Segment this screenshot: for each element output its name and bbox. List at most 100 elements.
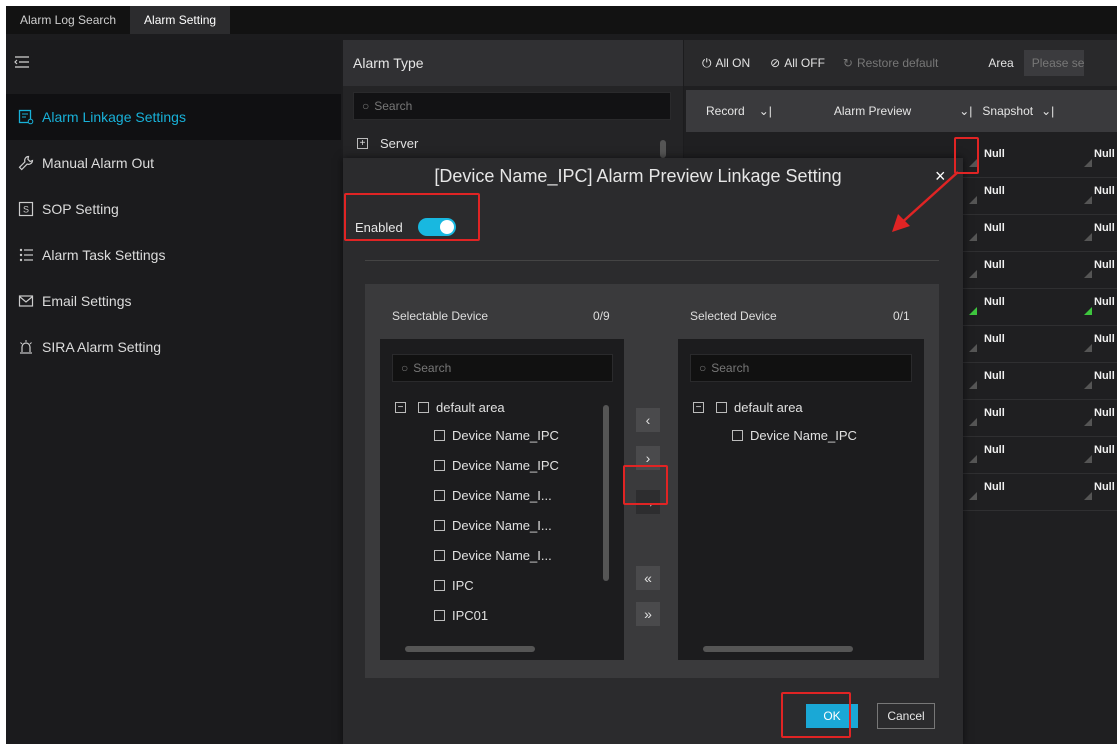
alarm-preview-setting-icon[interactable] [969, 233, 977, 241]
checkbox[interactable] [418, 402, 429, 413]
selectable-device-item[interactable]: Device Name_I... [434, 548, 552, 563]
table-row-divider [954, 288, 1117, 289]
snapshot-cell[interactable]: Null [1094, 407, 1115, 419]
search-icon: ○ [699, 361, 707, 375]
alarm-type-search-input[interactable]: ○ Search [353, 92, 671, 120]
cancel-button[interactable]: Cancel [877, 703, 935, 729]
alarm-preview-cell[interactable]: Null [984, 407, 1005, 419]
record-dropdown-icon[interactable]: ⌄| [759, 104, 772, 118]
alarm-preview-cell[interactable]: Null [984, 259, 1005, 271]
expand-icon[interactable]: + [357, 138, 368, 149]
checkbox[interactable] [434, 490, 445, 501]
checkbox[interactable] [716, 402, 727, 413]
alarm-preview-cell[interactable]: Null [984, 444, 1005, 456]
all-off-button[interactable]: All OFF [784, 56, 825, 70]
alarm-preview-cell[interactable]: Null [984, 222, 1005, 234]
checkbox[interactable] [434, 430, 445, 441]
all-on-button[interactable]: All ON [716, 56, 751, 70]
snapshot-cell[interactable]: Null [1094, 296, 1115, 308]
alarm-preview-setting-icon[interactable] [969, 455, 977, 463]
area-select[interactable]: Please se [1023, 50, 1084, 76]
mail-icon [18, 293, 34, 309]
preview-dropdown-icon[interactable]: ⌄| [959, 104, 972, 118]
selectable-list-hscrollbar[interactable] [405, 646, 535, 652]
sidebar-item-sop-setting[interactable]: S SOP Setting [6, 186, 341, 232]
selectable-device-item[interactable]: Device Name_IPC [434, 428, 559, 443]
alarm-preview-cell[interactable]: Null [984, 185, 1005, 197]
selectable-device-item[interactable]: IPC [434, 578, 474, 593]
snapshot-setting-icon[interactable] [1084, 270, 1092, 278]
alarm-preview-cell[interactable]: Null [984, 333, 1005, 345]
checkbox[interactable] [732, 430, 743, 441]
alarm-preview-cell[interactable]: Null [984, 148, 1005, 160]
snapshot-cell[interactable]: Null [1094, 259, 1115, 271]
add-all-button[interactable]: » [636, 602, 660, 626]
table-row-divider [954, 473, 1117, 474]
collapse-menu-icon[interactable] [14, 54, 30, 70]
snapshot-dropdown-icon[interactable]: ⌄| [1041, 104, 1054, 118]
move-left-button[interactable]: ‹ [636, 408, 660, 432]
snapshot-setting-icon[interactable] [1084, 418, 1092, 426]
selectable-device-item[interactable]: Device Name_IPC [434, 458, 559, 473]
default-area-node[interactable]: − default area [693, 400, 803, 415]
snapshot-setting-icon[interactable] [1084, 344, 1092, 352]
sidebar-item-sira-alarm[interactable]: SIRA Alarm Setting [6, 324, 341, 370]
alarm-preview-setting-icon[interactable] [969, 196, 977, 204]
table-row-divider [954, 251, 1117, 252]
tab-alarm-setting[interactable]: Alarm Setting [130, 6, 231, 34]
snapshot-setting-icon[interactable] [1084, 492, 1092, 500]
checkbox[interactable] [434, 580, 445, 591]
selected-list-hscrollbar[interactable] [703, 646, 853, 652]
snapshot-cell[interactable]: Null [1094, 222, 1115, 234]
selectable-device-item[interactable]: Device Name_I... [434, 518, 552, 533]
snapshot-setting-icon[interactable] [1084, 233, 1092, 241]
alarm-preview-setting-icon[interactable] [969, 381, 977, 389]
checkbox[interactable] [434, 550, 445, 561]
selected-device-item[interactable]: Device Name_IPC [732, 428, 857, 443]
snapshot-setting-icon[interactable] [1084, 159, 1092, 167]
snapshot-setting-icon[interactable] [1084, 455, 1092, 463]
alarm-preview-setting-icon[interactable] [969, 492, 977, 500]
selectable-device-item[interactable]: IPC01 [434, 608, 488, 623]
snapshot-setting-icon[interactable] [1084, 196, 1092, 204]
snapshot-setting-icon[interactable] [1084, 381, 1092, 389]
checkbox[interactable] [434, 520, 445, 531]
sidebar-item-email-settings[interactable]: Email Settings [6, 278, 341, 324]
remove-all-button[interactable]: « [636, 566, 660, 590]
snapshot-setting-icon[interactable] [1084, 307, 1092, 315]
selected-search-input[interactable]: ○ Search [690, 354, 912, 382]
alarm-preview-setting-icon[interactable] [969, 307, 977, 315]
alarm-type-scrollbar[interactable] [660, 140, 666, 158]
default-area-node[interactable]: − default area [395, 400, 505, 415]
selectable-list-vscrollbar[interactable] [603, 405, 609, 581]
alarm-preview-column-header: Alarm Preview [833, 104, 912, 118]
checkbox[interactable] [434, 460, 445, 471]
selectable-search-input[interactable]: ○ Search [392, 354, 613, 382]
snapshot-cell[interactable]: Null [1094, 481, 1115, 493]
alarm-preview-cell[interactable]: Null [984, 370, 1005, 382]
search-placeholder: Search [374, 99, 413, 113]
sidebar-item-alarm-linkage[interactable]: Alarm Linkage Settings [6, 94, 341, 140]
collapse-icon[interactable]: − [395, 402, 406, 413]
selectable-device-item[interactable]: Device Name_I... [434, 488, 552, 503]
alarm-preview-setting-icon[interactable] [969, 344, 977, 352]
sop-icon: S [18, 201, 34, 217]
snapshot-cell[interactable]: Null [1094, 148, 1115, 160]
tab-alarm-log-search[interactable]: Alarm Log Search [6, 6, 130, 34]
server-tree-node[interactable]: + Server [357, 136, 418, 151]
snapshot-cell[interactable]: Null [1094, 370, 1115, 382]
alarm-preview-cell[interactable]: Null [984, 481, 1005, 493]
snapshot-cell[interactable]: Null [1094, 185, 1115, 197]
sidebar-item-manual-alarm-out[interactable]: Manual Alarm Out [6, 140, 341, 186]
svg-text:S: S [23, 205, 29, 215]
snapshot-cell[interactable]: Null [1094, 333, 1115, 345]
restore-default-button[interactable]: Restore default [857, 56, 938, 70]
alarm-preview-setting-icon[interactable] [969, 270, 977, 278]
checkbox[interactable] [434, 610, 445, 621]
table-row-divider [954, 325, 1117, 326]
snapshot-cell[interactable]: Null [1094, 444, 1115, 456]
collapse-icon[interactable]: − [693, 402, 704, 413]
alarm-preview-cell[interactable]: Null [984, 296, 1005, 308]
alarm-preview-setting-icon[interactable] [969, 418, 977, 426]
sidebar-item-alarm-task[interactable]: Alarm Task Settings [6, 232, 341, 278]
